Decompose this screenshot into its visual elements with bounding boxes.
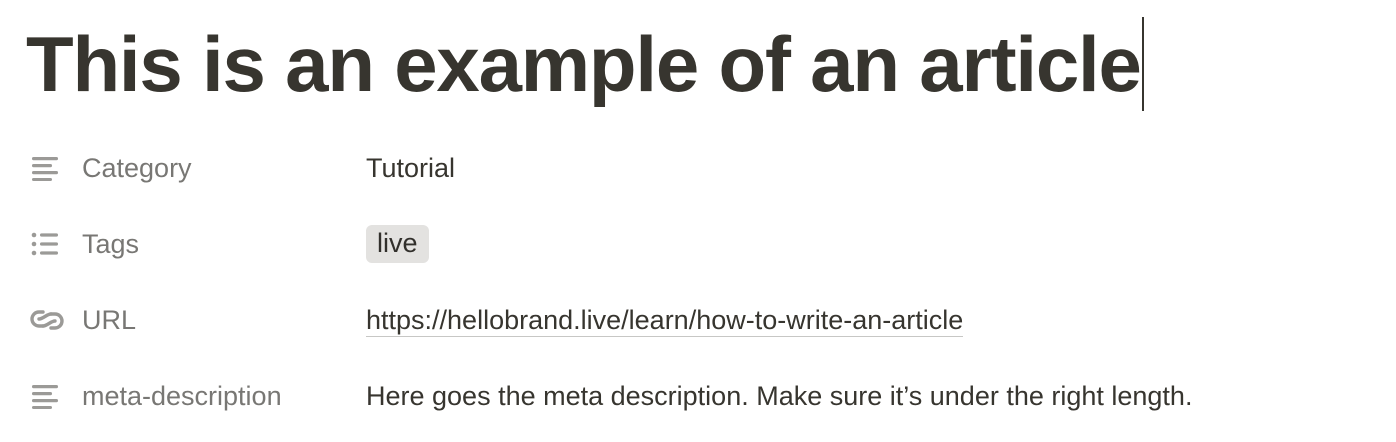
text-lines-icon	[30, 154, 66, 182]
property-key-meta-description[interactable]: meta-description	[30, 366, 282, 426]
page-title[interactable]: This is an example of an article	[26, 14, 1142, 114]
text-caret	[1141, 17, 1144, 111]
property-label: Category	[82, 152, 192, 183]
text-lines-icon	[30, 382, 66, 410]
property-label: URL	[82, 304, 137, 335]
property-row-tags: Tags live	[0, 214, 1396, 274]
property-row-meta-description: meta-description Here goes the meta desc…	[0, 366, 1396, 426]
url-link[interactable]: https://hellobrand.live/learn/how-to-wri…	[366, 304, 964, 337]
meta-description-value-text: Here goes the meta description. Make sur…	[366, 380, 1193, 411]
property-key-tags[interactable]: Tags	[30, 214, 139, 274]
category-value-text: Tutorial	[366, 152, 456, 183]
link-icon	[30, 306, 66, 334]
tag-pill-live[interactable]: live	[366, 225, 429, 263]
property-label: Tags	[82, 228, 140, 259]
property-value-url[interactable]: https://hellobrand.live/learn/how-to-wri…	[366, 290, 964, 350]
notion-page: This is an example of an article Categor…	[0, 0, 1396, 442]
bulleted-list-icon	[30, 230, 66, 258]
property-value-category[interactable]: Tutorial	[366, 138, 455, 198]
property-value-meta-description[interactable]: Here goes the meta description. Make sur…	[366, 366, 1192, 426]
property-value-tags[interactable]: live	[366, 214, 429, 274]
property-label: meta-description	[82, 380, 282, 411]
property-key-category[interactable]: Category	[30, 138, 192, 198]
page-title-field[interactable]: This is an example of an article	[26, 14, 1144, 114]
property-row-url: URL https://hellobrand.live/learn/how-to…	[0, 290, 1396, 350]
property-row-category: Category Tutorial	[0, 138, 1396, 198]
property-key-url[interactable]: URL	[30, 290, 136, 350]
